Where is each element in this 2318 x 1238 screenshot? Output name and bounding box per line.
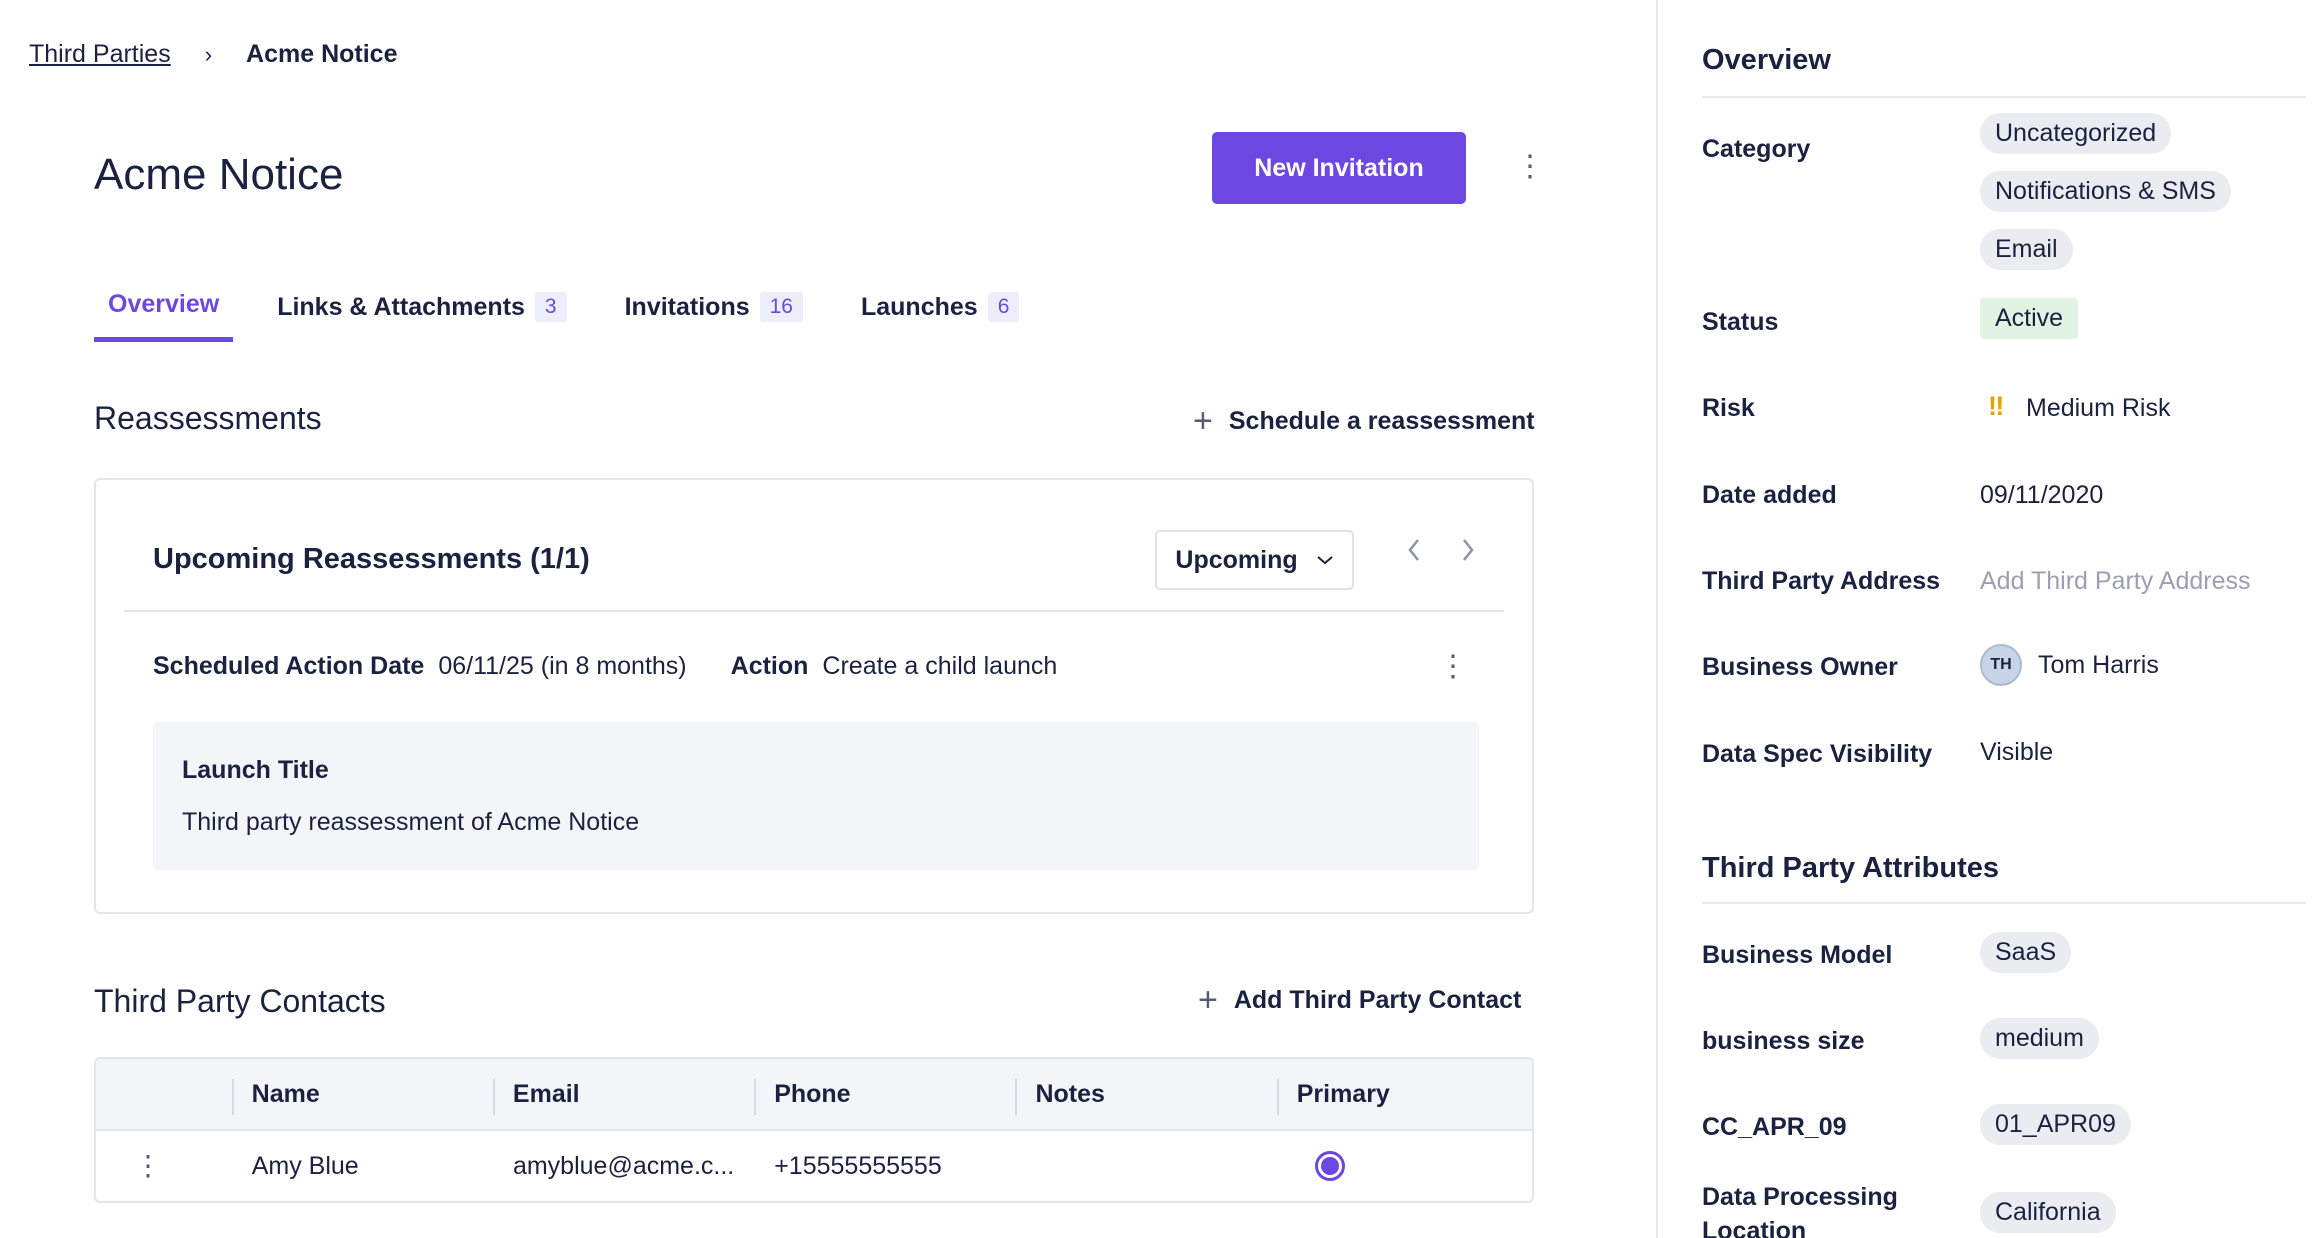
action-value: Create a child launch [822, 652, 1058, 680]
launch-title-box: Launch Title Third party reassessment of… [153, 722, 1479, 870]
address-field[interactable]: Add Third Party Address [1980, 567, 2251, 596]
contact-name: Amy Blue [251, 1151, 359, 1180]
category-chip: Notifications & SMS [1980, 171, 2231, 212]
chevron-left-icon[interactable] [1406, 536, 1422, 564]
tab-launches[interactable]: Launches 6 [847, 290, 1033, 342]
contacts-heading: Third Party Contacts [94, 983, 386, 1019]
status-label: Status [1702, 308, 1779, 336]
divider [1702, 96, 2306, 98]
dropdown-value: Upcoming [1175, 545, 1298, 574]
overview-sidebar: Overview Category Uncategorized Notifica… [1656, 0, 2318, 1238]
tab-label: Invitations [624, 292, 750, 321]
primary-cell [1277, 1131, 1532, 1201]
attribute-chip: 01_APR09 [1980, 1104, 2131, 1145]
chevron-right-icon[interactable] [1460, 536, 1476, 564]
reassessment-filter-dropdown[interactable]: Upcoming [1155, 530, 1354, 590]
action-label: Action [730, 652, 809, 680]
attribute-label: Data Processing Location [1702, 1183, 1898, 1238]
plus-icon: + [1193, 402, 1213, 440]
add-contact-button[interactable]: + Add Third Party Contact [1198, 981, 1521, 1020]
date-added-value: 09/11/2020 [1980, 481, 2104, 509]
chevron-down-icon [1316, 556, 1333, 565]
breadcrumb-separator-icon: › [204, 41, 213, 67]
attribute-label: Business Model [1702, 941, 1893, 969]
reassessments-heading: Reassessments [94, 400, 322, 436]
main-panel: Third Parties › Acme Notice Acme Notice … [0, 0, 1656, 1238]
header-name[interactable]: Name [231, 1059, 493, 1129]
reassessment-details: Scheduled Action Date 06/11/25 (in 8 mon… [153, 652, 1057, 681]
category-chip: Uncategorized [1980, 113, 2172, 154]
tab-bar: Overview Links & Attachments 3 Invitatio… [94, 290, 1063, 342]
breadcrumb: Third Parties › Acme Notice [29, 40, 398, 69]
divider [1702, 902, 2306, 904]
attributes-heading: Third Party Attributes [1702, 852, 2000, 884]
risk-label: Risk [1702, 394, 1755, 422]
tab-count-badge: 3 [534, 292, 567, 322]
tab-count-badge: 6 [987, 292, 1020, 322]
avatar: TH [1980, 644, 2022, 686]
header-primary[interactable]: Primary [1276, 1059, 1532, 1129]
contact-phone: +15555555555 [774, 1151, 942, 1180]
attribute-chip: medium [1980, 1018, 2099, 1059]
schedule-reassessment-button[interactable]: + Schedule a reassessment [1193, 402, 1535, 441]
risk-warning-icon: ‼ [1988, 391, 2005, 421]
plus-icon: + [1198, 981, 1218, 1019]
tab-label: Launches [860, 292, 978, 321]
attribute-chip: California [1980, 1192, 2116, 1233]
primary-radio[interactable] [1314, 1151, 1345, 1181]
contacts-table: Name Email Phone Notes Primary ⋮ Amy Blu… [94, 1057, 1534, 1203]
row-more-icon[interactable]: ⋮ [96, 1131, 232, 1201]
date-added-label: Date added [1702, 481, 1837, 509]
breadcrumb-current: Acme Notice [246, 40, 398, 68]
attribute-chip: SaaS [1980, 932, 2072, 973]
schedule-reassessment-label: Schedule a reassessment [1228, 407, 1535, 435]
attribute-label: CC_APR_09 [1702, 1113, 1847, 1141]
contact-notes [1015, 1131, 1276, 1201]
business-owner-name: Tom Harris [2038, 651, 2159, 679]
category-label: Category [1702, 135, 1811, 163]
tab-overview[interactable]: Overview [94, 290, 234, 342]
tab-label: Links & Attachments [277, 292, 525, 321]
visibility-value: Visible [1980, 738, 2054, 766]
launch-title-value: Third party reassessment of Acme Notice [182, 808, 640, 836]
address-label: Third Party Address [1702, 567, 1941, 595]
launch-title-label: Launch Title [182, 756, 329, 784]
attribute-label: business size [1702, 1027, 1865, 1055]
visibility-label: Data Spec Visibility [1702, 740, 1933, 768]
table-header: Name Email Phone Notes Primary [96, 1059, 1532, 1131]
upcoming-reassessments-card: Upcoming Reassessments (1/1) Upcoming Sc… [94, 478, 1534, 914]
status-badge: Active [1980, 298, 2079, 339]
business-owner-label: Business Owner [1702, 653, 1898, 681]
tab-count-badge: 16 [759, 292, 803, 322]
overview-heading: Overview [1702, 44, 1831, 76]
category-chip: Email [1980, 229, 2073, 270]
reassessment-more-icon[interactable]: ⋮ [1438, 652, 1468, 682]
add-contact-label: Add Third Party Contact [1233, 986, 1522, 1014]
header-phone[interactable]: Phone [754, 1059, 1015, 1129]
header-notes[interactable]: Notes [1015, 1059, 1276, 1129]
card-title: Upcoming Reassessments (1/1) [153, 543, 590, 575]
tab-links-attachments[interactable]: Links & Attachments 3 [263, 290, 580, 342]
tab-label: Overview [108, 290, 220, 318]
header-actions [96, 1059, 232, 1129]
scheduled-date-value: 06/11/25 (in 8 months) [438, 652, 687, 680]
risk-value: Medium Risk [2026, 394, 2171, 422]
breadcrumb-third-parties-link[interactable]: Third Parties [29, 40, 171, 69]
new-invitation-button[interactable]: New Invitation [1212, 132, 1466, 204]
contact-email: amyblue@acme.c... [512, 1151, 735, 1180]
page-title: Acme Notice [94, 150, 344, 199]
more-options-icon[interactable]: ⋮ [1515, 152, 1545, 182]
tab-invitations[interactable]: Invitations 16 [611, 290, 817, 342]
header-email[interactable]: Email [492, 1059, 754, 1129]
table-row: ⋮ Amy Blue amyblue@acme.c... +1555555555… [96, 1131, 1532, 1201]
scheduled-date-label: Scheduled Action Date [153, 652, 425, 680]
divider [124, 610, 1504, 612]
